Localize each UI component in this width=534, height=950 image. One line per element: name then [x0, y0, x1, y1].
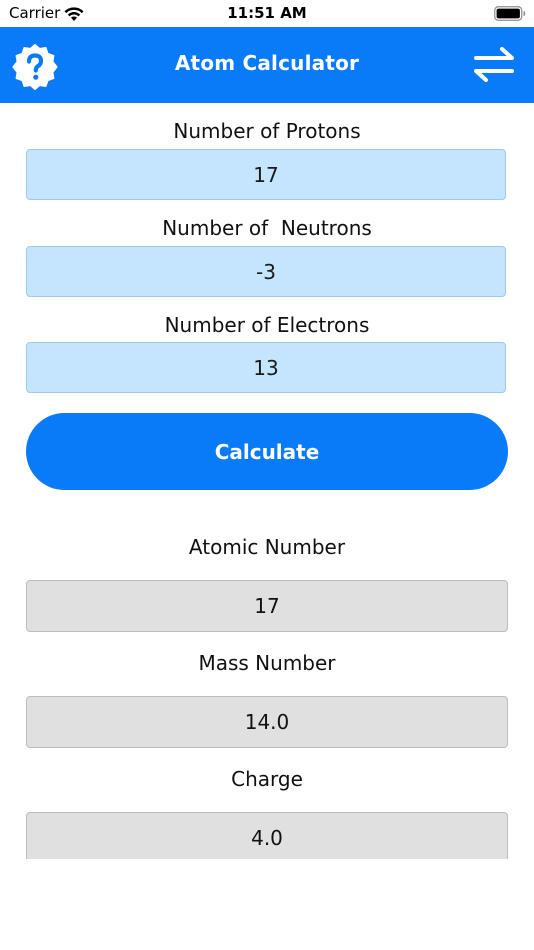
calculate-button[interactable]: Calculate	[26, 413, 508, 490]
mass-number-value: 14.0	[26, 696, 508, 748]
status-time: 11:51 AM	[227, 4, 307, 22]
protons-input[interactable]	[26, 149, 506, 200]
electrons-label: Number of Electrons	[164, 313, 370, 337]
neutrons-label: Number of Neutrons	[162, 216, 372, 240]
neutrons-input[interactable]	[26, 246, 506, 297]
navigation-bar: Atom Calculator	[0, 27, 534, 103]
electrons-input[interactable]	[26, 342, 506, 393]
charge-value: 4.0	[26, 812, 508, 859]
status-bar: Carrier 11:51 AM	[0, 0, 534, 27]
swap-icon[interactable]	[472, 45, 516, 85]
protons-label: Number of Protons	[173, 119, 361, 143]
mass-number-label: Mass Number	[198, 651, 336, 675]
page-title: Atom Calculator	[174, 51, 360, 75]
atomic-number-label: Atomic Number	[188, 535, 346, 559]
atomic-number-value: 17	[26, 580, 508, 632]
battery-icon	[494, 6, 526, 21]
charge-label: Charge	[231, 767, 303, 791]
